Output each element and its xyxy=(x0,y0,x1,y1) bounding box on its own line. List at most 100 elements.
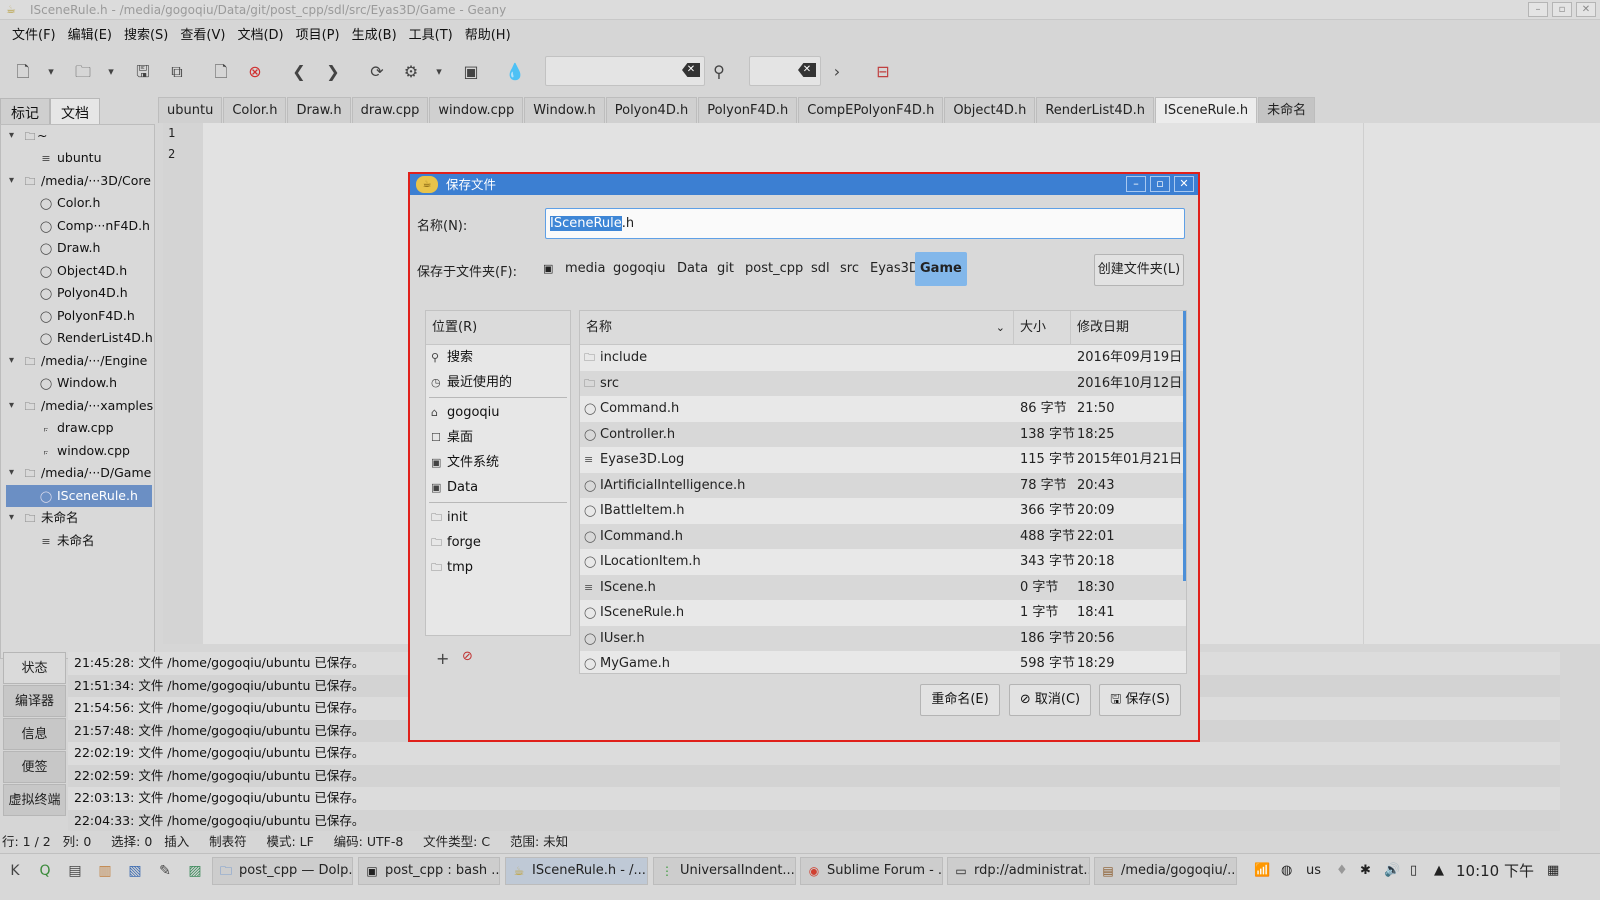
places-header[interactable]: 位置(R) xyxy=(426,311,570,345)
tree-folder-untitled[interactable]: ▾ 🗀 未命名 xyxy=(1,507,152,529)
save-button[interactable]: 🖫 保存(S) xyxy=(1099,684,1181,716)
place-desktop[interactable]: ☐ 桌面 xyxy=(426,425,570,450)
close-file-icon[interactable]: ⊗ xyxy=(244,61,266,83)
new-file-icon[interactable]: 🗋 xyxy=(12,61,34,83)
place-forge[interactable]: 🗀 forge xyxy=(426,530,570,555)
breadcrumb-post-cpp[interactable]: post_cpp xyxy=(740,252,808,286)
tree-file-window-h[interactable]: ◯ Window.h xyxy=(1,372,152,394)
tab-symbols[interactable]: 标记 xyxy=(0,98,50,125)
menu-document[interactable]: 文档(D) xyxy=(231,24,289,43)
editor-tab-compepolyonf4d[interactable]: CompEPolyonF4D.h xyxy=(798,97,944,123)
file-row[interactable]: ≡ IScene.h 0 字节 18:30 xyxy=(580,574,1186,600)
tree-file-color[interactable]: ◯ Color.h xyxy=(1,192,152,214)
file-row[interactable]: ◯ IArtificialIntelligence.h 78 字节 20:43 xyxy=(580,472,1186,498)
close-window-button[interactable]: ✕ xyxy=(1576,2,1596,17)
rename-button[interactable]: 重命名(E) xyxy=(920,684,1000,716)
volume-icon[interactable]: 🔊 xyxy=(1384,860,1400,882)
dialog-close-button[interactable]: ✕ xyxy=(1174,176,1194,192)
menu-file[interactable]: 文件(F) xyxy=(6,24,62,43)
place-tmp[interactable]: 🗀 tmp xyxy=(426,555,570,580)
place-search[interactable]: ⚲ 搜索 xyxy=(426,345,570,370)
task-universalindent[interactable]: ⋮ UniversalIndent... xyxy=(653,857,796,885)
editor-tab-untitled[interactable]: 未命名 xyxy=(1258,97,1316,123)
editor-tab-window-cpp[interactable]: window.cpp xyxy=(429,97,524,123)
tray-expand-icon[interactable]: ▲ xyxy=(1434,860,1444,882)
tree-file-iscenerule[interactable]: ◯ ISceneRule.h xyxy=(6,485,152,507)
build-dropdown-icon[interactable]: ▾ xyxy=(428,61,450,83)
file-row[interactable]: 🗀 src 2016年10月12日 xyxy=(580,370,1186,396)
quit-icon[interactable]: ⊟ xyxy=(872,61,894,83)
file-list-scrollbar[interactable] xyxy=(1183,311,1186,581)
place-filesystem[interactable]: ▣ 文件系统 xyxy=(426,450,570,475)
clear-goto-icon[interactable]: ✕ xyxy=(798,63,816,77)
file-row[interactable]: ◯ IBattleItem.h 366 字节 20:09 xyxy=(580,498,1186,524)
breadcrumb-media[interactable]: media xyxy=(560,252,611,286)
task-chrome[interactable]: ◉ Sublime Forum - ... xyxy=(800,857,943,885)
create-folder-button[interactable]: 创建文件夹(L) xyxy=(1094,254,1184,286)
menu-project[interactable]: 项目(P) xyxy=(290,24,346,43)
image-viewer-icon[interactable]: ▨ xyxy=(184,860,206,882)
clipboard-icon[interactable]: ♦ xyxy=(1336,860,1348,882)
tab-scribble[interactable]: 便签 xyxy=(3,751,66,783)
tree-file-polyon4d[interactable]: ◯ Polyon4D.h xyxy=(1,282,152,304)
editor-tab-draw-h[interactable]: Draw.h xyxy=(287,97,351,123)
books-icon[interactable]: ▥ xyxy=(94,860,116,882)
search-field[interactable]: ✕ xyxy=(545,56,705,86)
file-row[interactable]: ≡ Eyase3D.Log 115 字节 2015年01月21日 xyxy=(580,447,1186,473)
wifi-icon[interactable]: 📶 xyxy=(1254,860,1270,882)
kdevelop-icon[interactable]: ▧ xyxy=(124,860,146,882)
task-dolphin[interactable]: 🗀 post_cpp — Dolp... xyxy=(212,857,353,885)
file-row[interactable]: 🗀 include 2016年09月19日 xyxy=(580,345,1186,371)
tree-file-draw-cpp[interactable]: ⟔ draw.cpp xyxy=(1,417,152,439)
tree-file-compepolyon[interactable]: ◯ Comp···nF4D.h xyxy=(1,215,152,237)
column-size[interactable]: 大小 xyxy=(1014,311,1071,345)
menu-view[interactable]: 查看(V) xyxy=(174,24,231,43)
menu-tools[interactable]: 工具(T) xyxy=(403,24,459,43)
file-row[interactable]: ◯ Controller.h 138 字节 18:25 xyxy=(580,421,1186,447)
place-recent[interactable]: ◷ 最近使用的 xyxy=(426,370,570,395)
task-media[interactable]: ▤/media/gogoqiu/... xyxy=(1094,857,1237,885)
search-icon[interactable]: ⚲ xyxy=(708,61,730,83)
goto-line-icon[interactable]: › xyxy=(826,61,848,83)
clear-search-icon[interactable]: ✕ xyxy=(682,63,700,77)
file-row[interactable]: ◯ ILocationItem.h 343 字节 20:18 xyxy=(580,549,1186,575)
dialog-minimize-button[interactable]: – xyxy=(1126,176,1146,192)
minimize-button[interactable]: – xyxy=(1528,2,1548,17)
tree-folder-core[interactable]: ▾ 🗀 /media/···3D/Core xyxy=(1,170,152,192)
editor-tab-polyonf4d[interactable]: PolyonF4D.h xyxy=(698,97,798,123)
editor-tab-iscenerule[interactable]: ISceneRule.h xyxy=(1154,97,1258,123)
open-dropdown-icon[interactable]: ▾ xyxy=(100,61,122,83)
breadcrumb-src[interactable]: src xyxy=(835,252,864,286)
open-folder-icon[interactable]: 🗀 xyxy=(72,61,94,83)
tab-status[interactable]: 状态 xyxy=(3,652,66,684)
editor-tab-polyon4d[interactable]: Polyon4D.h xyxy=(605,97,698,123)
qt-icon[interactable]: Q xyxy=(34,860,56,882)
add-place-icon[interactable]: + xyxy=(436,649,449,668)
reload-icon[interactable]: ⟳ xyxy=(366,61,388,83)
breadcrumb-gogoqiu[interactable]: gogoqiu xyxy=(608,252,671,286)
clock[interactable]: 10:10 下午 xyxy=(1456,860,1534,882)
bluetooth-icon[interactable]: ✱ xyxy=(1360,860,1371,882)
battery-icon[interactable]: ▯ xyxy=(1410,860,1417,882)
tree-doc-ubuntu[interactable]: ≡ ubuntu xyxy=(1,147,152,169)
column-name[interactable]: 名称 ⌄ xyxy=(580,311,1014,345)
tree-file-draw[interactable]: ◯ Draw.h xyxy=(1,237,152,259)
launcher-icon[interactable]: K xyxy=(4,860,26,882)
input-method-icon[interactable]: ◍ xyxy=(1281,860,1292,882)
editor-tab-ubuntu[interactable]: ubuntu xyxy=(158,97,223,123)
color-chooser-icon[interactable]: 💧 xyxy=(504,61,526,83)
place-init[interactable]: 🗀 init xyxy=(426,505,570,530)
text-editor-icon[interactable]: ✎ xyxy=(154,860,176,882)
tree-file-window-cpp[interactable]: ⟔ window.cpp xyxy=(1,440,152,462)
cancel-button[interactable]: ⊘ 取消(C) xyxy=(1009,684,1091,716)
editor-tab-draw-cpp[interactable]: draw.cpp xyxy=(351,97,429,123)
filename-input[interactable]: ISceneRule.h xyxy=(545,208,1185,239)
maximize-button[interactable]: ▫ xyxy=(1552,2,1572,17)
editor-tab-renderlist4d[interactable]: RenderList4D.h xyxy=(1036,97,1154,123)
menu-edit[interactable]: 编辑(E) xyxy=(62,24,118,43)
place-home[interactable]: ⌂ gogoqiu xyxy=(426,400,570,425)
editor-tab-color-h[interactable]: Color.h xyxy=(223,97,287,123)
show-desktop-icon[interactable]: ▦ xyxy=(1547,860,1559,882)
editor-tab-window-h[interactable]: Window.h xyxy=(524,97,605,123)
new-dropdown-icon[interactable]: ▾ xyxy=(40,61,62,83)
